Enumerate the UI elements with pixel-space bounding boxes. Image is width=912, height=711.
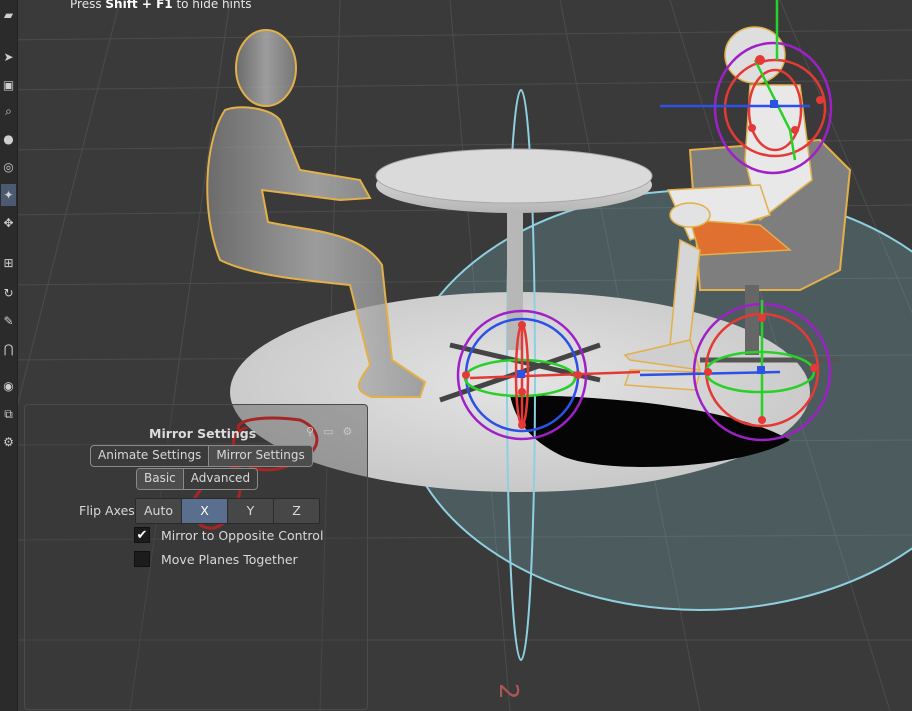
tab-animate-settings[interactable]: Animate Settings	[91, 446, 208, 466]
level-tabs: Basic Advanced	[136, 468, 259, 490]
frame-icon[interactable]: ⊞	[1, 252, 16, 274]
mirror-icon[interactable]: ⧉	[1, 403, 16, 425]
hint-text: Press Shift + F1 to hide hints	[70, 0, 252, 11]
flip-axes-selector: Auto X Y Z	[135, 498, 320, 524]
axis-marker: 2	[493, 683, 523, 700]
flip-axis-auto[interactable]: Auto	[136, 499, 181, 523]
head-handle	[660, 0, 833, 175]
arrow-icon[interactable]: ➤	[1, 46, 16, 68]
rig-pose-icon[interactable]: ✦	[1, 184, 16, 206]
magnet-icon[interactable]: ⋂	[1, 338, 16, 360]
mirror-opposite-label: Mirror to Opposite Control	[161, 527, 324, 543]
brush-icon[interactable]: ●	[1, 128, 16, 150]
pin-icon[interactable]: ⚲	[306, 425, 314, 438]
gear-icon[interactable]: ⚙	[1, 431, 16, 453]
tab-mirror-settings[interactable]: Mirror Settings	[208, 446, 312, 466]
panel-title: Mirror Settings	[149, 426, 257, 441]
lock-icon[interactable]: ▣	[1, 74, 16, 96]
flip-axis-z[interactable]: Z	[273, 499, 319, 523]
move-planes-row: Move Planes Together	[134, 551, 298, 567]
move-icon[interactable]: ✥	[1, 212, 16, 234]
move-planes-checkbox[interactable]	[134, 551, 150, 567]
minimize-icon[interactable]: ▭	[323, 425, 333, 438]
flip-axis-x[interactable]: X	[181, 499, 227, 523]
mode-tabs: Animate Settings Mirror Settings	[90, 445, 313, 467]
tab-advanced[interactable]: Advanced	[182, 469, 257, 489]
pose-icon[interactable]: ◎	[1, 156, 16, 178]
mirror-opposite-row: ✔ Mirror to Opposite Control	[134, 527, 323, 543]
flip-axis-y[interactable]: Y	[227, 499, 273, 523]
move-planes-label: Move Planes Together	[161, 551, 298, 567]
magnifier-icon[interactable]: ⌕	[1, 100, 16, 122]
snap-icon[interactable]: ▰	[1, 4, 16, 26]
mirror-opposite-checkbox[interactable]: ✔	[134, 527, 150, 543]
panel-icon-group: ⚲ ▭ ⚙	[306, 425, 352, 438]
tool-shelf: ▰ ➤ ▣ ⌕ ● ◎ ✦ ✥ ⊞ ↻ ✎ ⋂ ◉ ⧉ ⚙	[0, 0, 18, 711]
paint-icon[interactable]: ✎	[1, 310, 16, 332]
tab-basic[interactable]: Basic	[137, 469, 183, 489]
camera-icon[interactable]: ◉	[1, 375, 16, 397]
rotate-icon[interactable]: ↻	[1, 282, 16, 304]
options-icon[interactable]: ⚙	[342, 425, 352, 438]
flip-axes-label: Flip Axes	[79, 503, 135, 518]
